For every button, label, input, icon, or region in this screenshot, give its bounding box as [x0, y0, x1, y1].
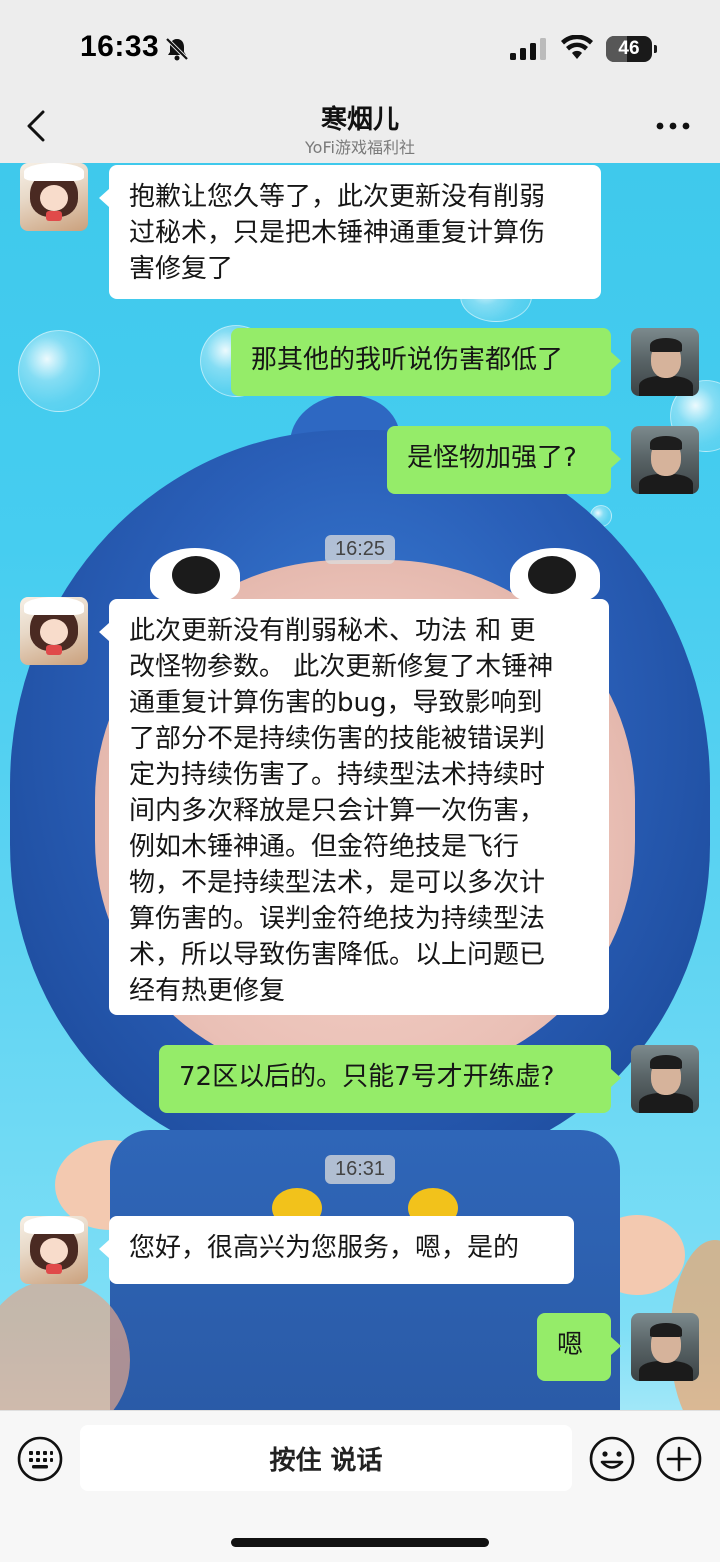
status-time: 16:33 [80, 30, 160, 63]
user-avatar[interactable] [631, 1313, 699, 1381]
bell-slash-icon [165, 37, 189, 61]
chat-subtitle: YoFi游戏福利社 [305, 138, 415, 157]
user-avatar[interactable] [631, 1045, 699, 1113]
battery-level-text: 46 [618, 38, 640, 59]
plus-icon[interactable] [655, 1435, 703, 1483]
more-button[interactable] [650, 112, 696, 140]
home-indicator[interactable] [231, 1538, 489, 1547]
message-bubble-outgoing[interactable]: 是怪物加强了? [387, 426, 621, 494]
battery-indicator: 46 [606, 36, 657, 62]
message-bubble-incoming[interactable]: 抱歉让您久等了，此次更新没有削弱 过秘术，只是把木锤神通重复计算伤 害修复了 [99, 165, 601, 299]
more-dots-icon [656, 122, 690, 130]
emoji-icon[interactable] [588, 1435, 636, 1483]
message-timestamp: 16:31 [0, 1155, 720, 1184]
user-avatar[interactable] [631, 328, 699, 396]
input-bar: 按住 说话 [0, 1410, 720, 1562]
message-bubble-outgoing[interactable]: 嗯 [537, 1313, 621, 1381]
message-bubble-incoming[interactable]: 您好，很高兴为您服务，嗯，是的 [99, 1216, 574, 1284]
top-bar: 16:33 46 寒烟儿 YoFi游戏福利社 [0, 0, 720, 163]
message-timestamp: 16:25 [0, 535, 720, 564]
message-list[interactable]: 抱歉让您久等了，此次更新没有削弱 过秘术，只是把木锤神通重复计算伤 害修复了 那… [0, 163, 720, 1410]
user-avatar[interactable] [631, 426, 699, 494]
hold-to-talk-button[interactable]: 按住 说话 [80, 1425, 572, 1491]
timestamp-text: 16:25 [324, 535, 396, 564]
cellular-signal-icon [510, 38, 546, 60]
agent-avatar[interactable] [20, 597, 88, 665]
keyboard-icon[interactable] [16, 1435, 64, 1483]
message-bubble-outgoing[interactable]: 72区以后的。只能7号才开练虚? [159, 1045, 621, 1113]
agent-avatar[interactable] [20, 163, 88, 231]
wifi-icon [561, 35, 593, 59]
chat-title: 寒烟儿 [320, 105, 399, 135]
timestamp-text: 16:31 [324, 1155, 396, 1184]
message-bubble-outgoing[interactable]: 那其他的我听说伤害都低了 [231, 328, 621, 396]
message-bubble-incoming[interactable]: 此次更新没有削弱秘术、功法 和 更 改怪物参数。 此次更新修复了木锤神 通重复计… [99, 599, 609, 1015]
agent-avatar[interactable] [20, 1216, 88, 1284]
